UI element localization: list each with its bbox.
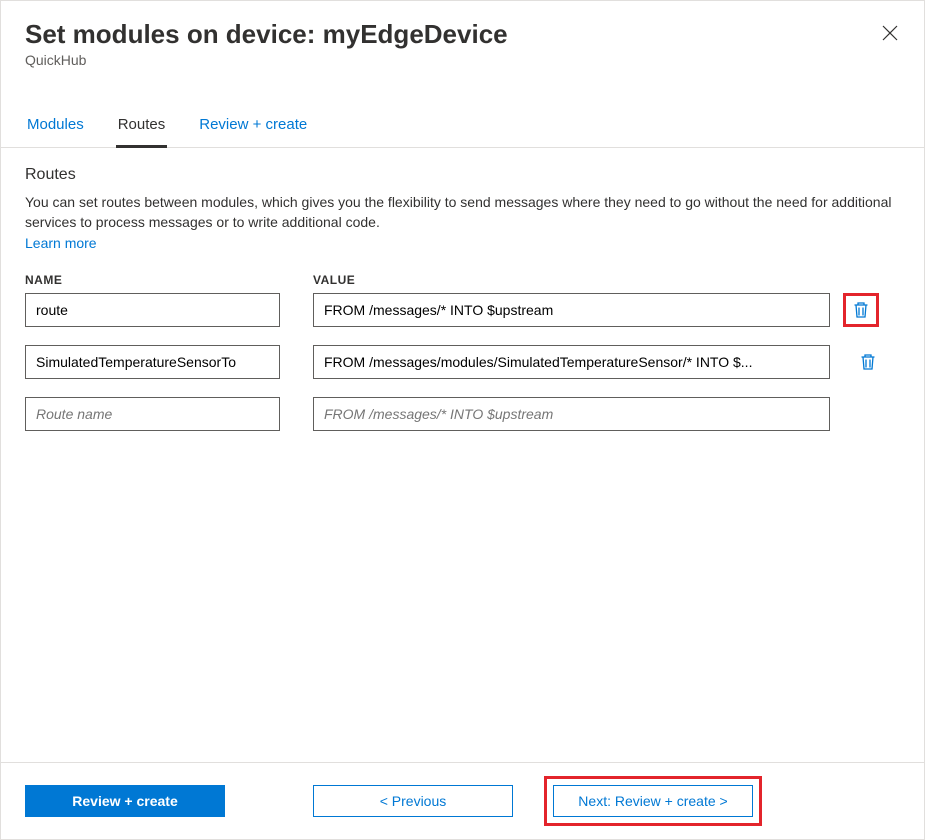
section-description: You can set routes between modules, whic… <box>25 192 900 233</box>
column-header-name: NAME <box>25 273 313 287</box>
delete-route-button[interactable] <box>843 293 879 327</box>
tab-routes[interactable]: Routes <box>116 106 168 148</box>
footer-toolbar: Review + create < Previous Next: Review … <box>1 762 924 839</box>
route-row-new <box>25 397 900 431</box>
trash-icon <box>860 353 876 371</box>
section-heading: Routes <box>25 166 900 184</box>
route-value-input[interactable] <box>313 345 830 379</box>
route-value-input-new[interactable] <box>313 397 830 431</box>
page-title: Set modules on device: myEdgeDevice <box>25 19 900 50</box>
route-row <box>25 293 900 327</box>
tab-modules[interactable]: Modules <box>25 106 86 148</box>
review-create-button[interactable]: Review + create <box>25 785 225 817</box>
column-header-value: VALUE <box>313 273 900 287</box>
learn-more-link[interactable]: Learn more <box>25 235 97 251</box>
close-icon <box>882 25 898 41</box>
tab-bar: Modules Routes Review + create <box>1 106 924 148</box>
route-name-input[interactable] <box>25 293 280 327</box>
tab-review-create[interactable]: Review + create <box>197 106 309 148</box>
trash-icon <box>853 301 869 319</box>
route-row <box>25 345 900 379</box>
previous-button[interactable]: < Previous <box>313 785 513 817</box>
page-subtitle: QuickHub <box>25 52 900 68</box>
route-name-input-new[interactable] <box>25 397 280 431</box>
route-value-input[interactable] <box>313 293 830 327</box>
route-name-input[interactable] <box>25 345 280 379</box>
delete-route-button[interactable] <box>850 345 886 379</box>
close-button[interactable] <box>880 23 900 43</box>
next-button[interactable]: Next: Review + create > <box>553 785 753 817</box>
